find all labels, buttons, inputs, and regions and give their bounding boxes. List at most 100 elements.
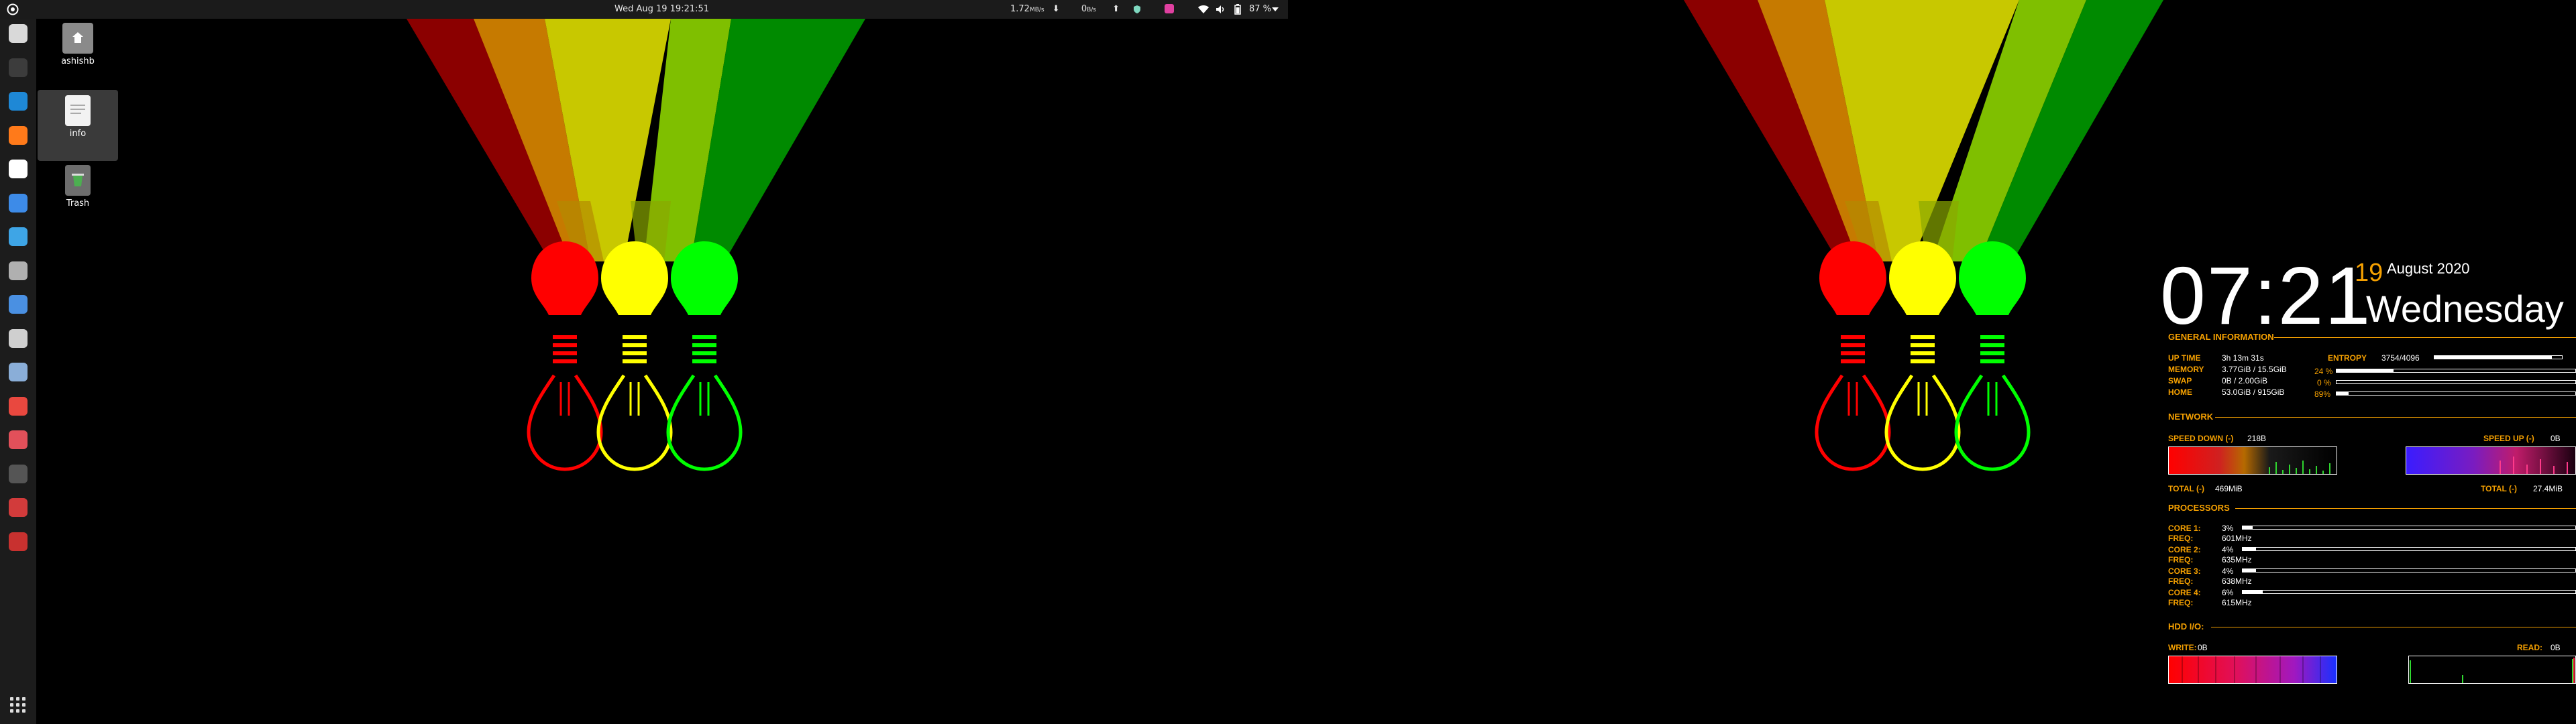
app-grid-icon[interactable] [10, 697, 26, 713]
top-bar: Wed Aug 19 19:21:51 1.72MB/s ⬇ 0B/s ⬆ 87… [0, 0, 1288, 19]
desktop-icon-home[interactable]: ashishb [38, 23, 118, 66]
trash-icon [65, 165, 91, 196]
home-folder-icon [62, 23, 93, 54]
desktop-icon-info[interactable]: info [38, 90, 118, 161]
section-processors-title: PROCESSORS [2168, 503, 2230, 513]
section-general-title: GENERAL INFORMATION [2168, 332, 2274, 342]
core-bar [2242, 590, 2576, 594]
light-beams [1684, 0, 2163, 261]
terminal-2-icon[interactable] [9, 464, 28, 483]
core-bar [2242, 568, 2576, 572]
freq-label: FREQ: [2168, 555, 2194, 564]
text-editor-icon[interactable] [9, 193, 28, 213]
bulb-green [666, 241, 743, 471]
core-bar [2242, 547, 2576, 551]
core-label: CORE 4: [2168, 588, 2201, 597]
telegram-icon[interactable] [9, 227, 28, 246]
memory-fill [2337, 369, 2394, 372]
entropy-label: ENTROPY [2328, 353, 2367, 363]
speed-down-value: 218B [2247, 434, 2267, 443]
bulb-red [1815, 241, 1891, 471]
desktop-icon-label: Trash [66, 198, 90, 208]
home-bar [2336, 391, 2576, 396]
total-up-label: TOTAL (-) [2481, 484, 2517, 493]
terminal-icon[interactable] [9, 58, 28, 77]
bulb-green [1954, 241, 2031, 471]
clock-datetime[interactable]: Wed Aug 19 19:21:51 [614, 0, 709, 19]
freq-label: FREQ: [2168, 598, 2194, 607]
wifi-icon[interactable] [1198, 5, 1209, 14]
conky-weekday: Wednesday [2366, 288, 2564, 330]
battery-icon[interactable] [1234, 4, 1241, 15]
download-graph [2168, 446, 2337, 475]
net-speed-indicator[interactable]: 1.72MB/s ⬇ 0B/s ⬆ [1010, 0, 1120, 19]
down-arrow-icon: ⬇ [1052, 4, 1060, 14]
net-up-unit: B/s [1087, 7, 1096, 13]
globe-icon[interactable] [9, 363, 28, 381]
core-percent: 4% [2222, 566, 2234, 576]
desktop-icon-trash[interactable]: Trash [38, 165, 118, 208]
uptime-label: UP TIME [2168, 353, 2201, 363]
write-value: 0B [2198, 643, 2208, 652]
total-down-value: 469MiB [2215, 484, 2243, 493]
freq-value: 635MHz [2222, 555, 2252, 564]
flag-app-icon[interactable] [9, 498, 28, 517]
up-arrow-icon: ⬆ [1112, 4, 1120, 14]
firefox-icon[interactable] [9, 125, 28, 145]
freq-value: 638MHz [2222, 577, 2252, 586]
section-hdd-title: HDD I/O: [2168, 621, 2204, 631]
write-graph-stripes [2182, 656, 2321, 683]
speed-down-label: SPEED DOWN (-) [2168, 434, 2234, 443]
core-bar [2242, 526, 2576, 530]
system-monitor-icon[interactable] [9, 430, 28, 449]
freq-value: 615MHz [2222, 598, 2252, 607]
remote-desktop-icon[interactable] [9, 295, 28, 314]
freq-label: FREQ: [2168, 577, 2194, 586]
net-down-value: 1.72 [1010, 4, 1030, 14]
notion-icon[interactable] [9, 160, 28, 178]
files-icon[interactable] [9, 24, 28, 43]
shield-icon[interactable] [1132, 5, 1142, 14]
tray-app-icon[interactable] [1165, 4, 1174, 13]
net-down-unit: MB/s [1029, 7, 1044, 13]
write-label: WRITE: [2168, 643, 2197, 652]
core-fill [2243, 548, 2256, 550]
dock [0, 19, 36, 724]
speed-up-label: SPEED UP (-) [2483, 434, 2534, 443]
chrome-icon[interactable] [9, 396, 28, 416]
upload-graph-spikes [2500, 457, 2568, 474]
read-label: READ: [2517, 643, 2542, 652]
divider [2215, 417, 2576, 418]
read-value: 0B [2551, 643, 2561, 652]
divider [2274, 337, 2576, 338]
desktop-icon-label: info [69, 129, 87, 139]
obs-icon[interactable] [9, 328, 28, 348]
activities-icon[interactable] [7, 3, 19, 15]
home-label: HOME [2168, 387, 2192, 397]
bulb-yellow [596, 241, 673, 471]
freq-value: 601MHz [2222, 534, 2252, 543]
core-label: CORE 1: [2168, 524, 2201, 533]
bird-app-icon[interactable] [9, 261, 28, 280]
section-network-title: NETWORK [2168, 412, 2214, 422]
wallpaper-left [407, 19, 865, 471]
speed-up-value: 0B [2551, 434, 2561, 443]
bulb-red [527, 241, 603, 471]
vscode-icon[interactable] [9, 92, 28, 111]
core-label: CORE 3: [2168, 566, 2201, 576]
memory-value: 3.77GiB / 15.5GiB [2222, 365, 2287, 374]
red-circle-app-icon[interactable] [9, 532, 28, 551]
entropy-fill [2434, 356, 2552, 359]
core-fill [2243, 569, 2256, 572]
core-percent: 3% [2222, 524, 2234, 533]
home-percent: 89% [2314, 389, 2331, 399]
core-fill [2243, 591, 2263, 593]
memory-percent: 24 % [2314, 367, 2333, 376]
conky-month-year: August 2020 [2387, 260, 2470, 277]
volume-icon[interactable] [1216, 5, 1226, 14]
chevron-down-icon[interactable] [1272, 7, 1279, 12]
conky-day: 19 [2355, 259, 2383, 287]
battery-percent[interactable]: 87 % [1249, 0, 1271, 19]
conky-time: 07:21 [2160, 250, 2372, 341]
text-document-icon [65, 95, 91, 126]
